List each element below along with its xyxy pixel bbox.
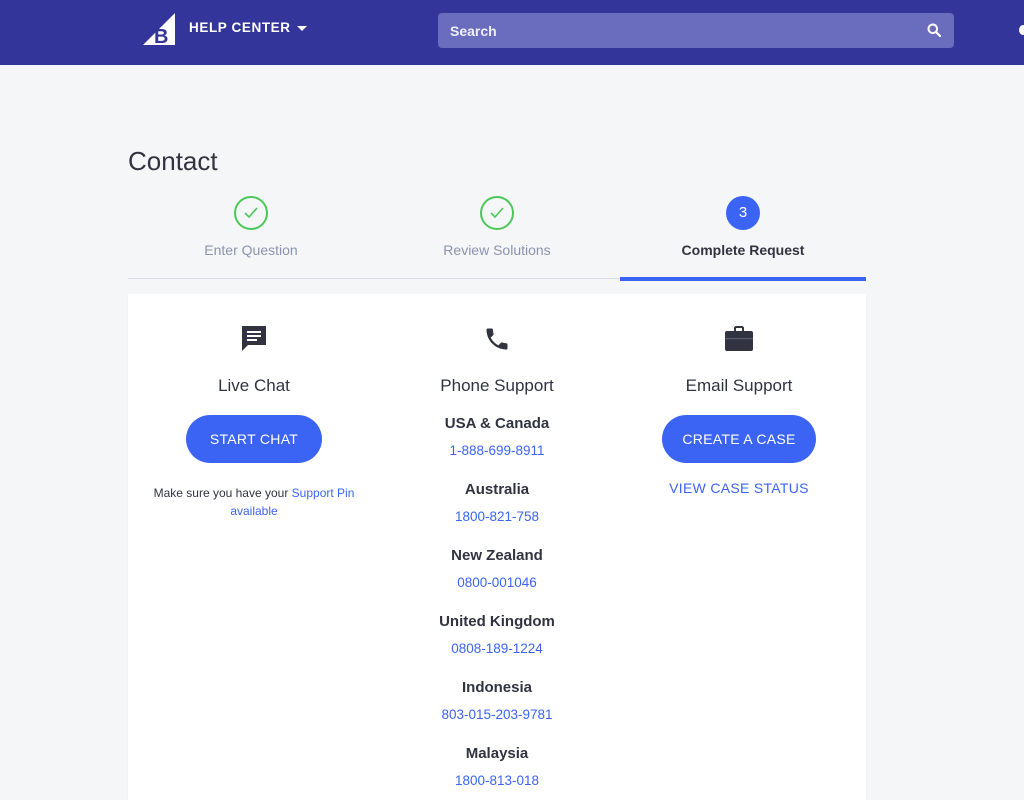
region-name: United Kingdom	[439, 613, 555, 630]
email-support-column: Email Support CREATE A CASE VIEW CASE ST…	[616, 294, 862, 554]
progress-steps: Enter Question Review Solutions 3 Comple…	[128, 195, 866, 281]
step-enter-question[interactable]: Enter Question	[128, 195, 374, 279]
search-input[interactable]	[438, 13, 954, 48]
phone-number-link[interactable]: 1-888-699-8911	[374, 443, 620, 458]
region-name: USA & Canada	[444, 415, 550, 432]
view-case-status-link[interactable]: VIEW CASE STATUS	[616, 480, 862, 496]
contact-options-card: Live Chat START CHAT Make sure you have …	[128, 294, 866, 800]
help-center-menu[interactable]: HELP CENTER	[189, 20, 307, 35]
active-step-indicator	[620, 276, 866, 281]
bigcommerce-logo-icon[interactable]: B	[141, 12, 177, 46]
region-name: Malaysia	[465, 745, 529, 762]
phone-support-column: Phone Support USA & Canada 1-888-699-891…	[374, 294, 620, 800]
step-label: Review Solutions	[443, 242, 551, 258]
support-pin-link[interactable]: Support Pin	[292, 486, 355, 500]
help-center-label: HELP CENTER	[189, 20, 291, 35]
phone-number-link[interactable]: 803-015-203-9781	[374, 707, 620, 722]
search-box	[438, 13, 954, 48]
email-support-title: Email Support	[685, 376, 793, 395]
step-complete-circle	[480, 196, 514, 230]
phone-icon	[480, 322, 514, 356]
live-chat-title: Live Chat	[218, 376, 290, 395]
top-nav-bar: B HELP CENTER	[0, 0, 1024, 65]
step-label: Complete Request	[681, 242, 805, 258]
step-complete-request[interactable]: 3 Complete Request	[620, 195, 866, 279]
live-chat-column: Live Chat START CHAT Make sure you have …	[131, 294, 377, 554]
create-case-button[interactable]: CREATE A CASE	[662, 415, 816, 463]
svg-text:B: B	[154, 26, 168, 46]
note-text: Make sure you have your	[153, 486, 292, 500]
step-label: Enter Question	[204, 242, 298, 258]
available-link[interactable]: available	[230, 504, 277, 518]
region-name: Australia	[464, 481, 530, 498]
region-name: New Zealand	[451, 547, 543, 564]
phone-number-link[interactable]: 0800-001046	[374, 575, 620, 590]
check-icon	[244, 207, 258, 219]
search-icon[interactable]	[927, 23, 941, 37]
page-title: Contact	[128, 146, 218, 176]
phone-number-link[interactable]: 1800-813-018	[374, 773, 620, 788]
support-pin-note: Make sure you have your Support Pin avai…	[151, 484, 357, 520]
region-name: Indonesia	[461, 679, 532, 696]
user-avatar-edge[interactable]	[1019, 25, 1024, 35]
chevron-down-icon	[296, 25, 307, 31]
phone-number-link[interactable]: 0808-189-1224	[374, 641, 620, 656]
step-review-solutions[interactable]: Review Solutions	[374, 195, 620, 279]
briefcase-icon	[722, 322, 756, 356]
chat-bubble-icon	[237, 322, 271, 356]
step-complete-circle	[234, 196, 268, 230]
step-number-badge: 3	[726, 196, 760, 230]
phone-support-title: Phone Support	[440, 376, 554, 395]
check-icon	[490, 207, 504, 219]
phone-number-link[interactable]: 1800-821-758	[374, 509, 620, 524]
start-chat-button[interactable]: START CHAT	[186, 415, 322, 463]
